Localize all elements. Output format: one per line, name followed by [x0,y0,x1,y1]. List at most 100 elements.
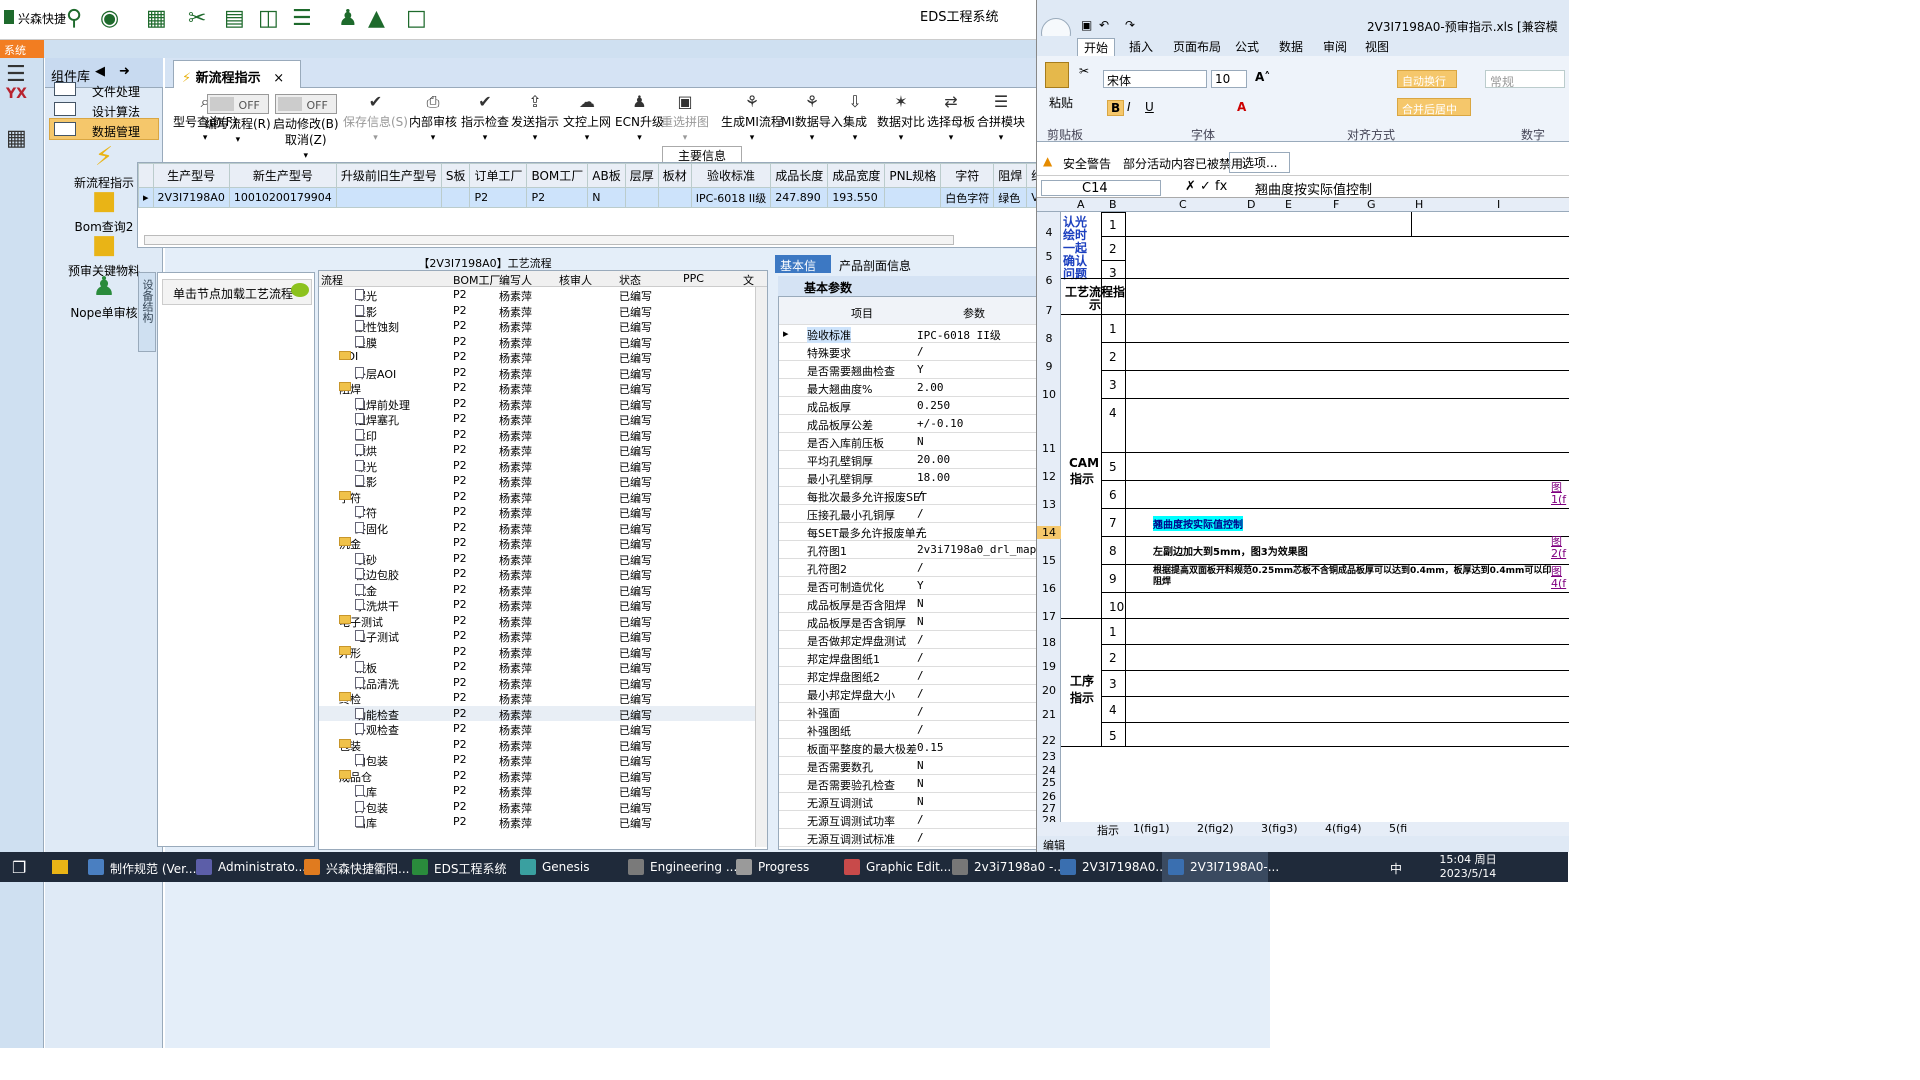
taskbar-item[interactable]: Genesis [514,852,620,882]
tree-folder-row[interactable]: 阻焊P2杨素萍已编写 [319,380,767,396]
param-row[interactable]: 补强面 / [779,703,1039,721]
dropdown-icon[interactable]: ▾ [563,130,611,146]
param-value[interactable]: N [917,435,924,448]
dropdown-icon[interactable]: ▾ [781,130,843,146]
tree-row[interactable]: 终固化 P2 杨素萍 已编写 [319,520,767,536]
side-tab[interactable]: 设备结构 [138,272,156,352]
tree-column-header[interactable]: 编写人 [499,272,532,288]
cell-c15[interactable]: 左副边加大到5mm，图3为效果图 [1153,543,1308,558]
windows-start-icon[interactable]: ❐ [12,858,26,877]
table-cell[interactable]: N [587,187,626,208]
save-icon[interactable]: ▣ [1081,18,1092,32]
tab-basic-info[interactable]: 基本信息 [775,255,831,290]
tree-row[interactable]: 酸性蚀刻 P2 杨素萍 已编写 [319,318,767,334]
row-number[interactable]: 11 [1037,442,1061,455]
taskbar-item[interactable]: Administrato... [190,852,306,882]
taskbar-item[interactable]: 兴森快捷衢阳... [298,852,409,882]
taskbar-item[interactable]: Engineering ... [622,852,737,882]
tree-column-header[interactable]: BOM工厂 [453,272,501,288]
chart-icon[interactable]: ▲ [368,6,385,31]
excel-tab-formula[interactable]: 公式 [1235,38,1259,55]
toggle-switch[interactable]: OFF [274,94,337,114]
cut-icon[interactable]: ✂ [1079,64,1089,78]
excel-tab-insert[interactable]: 插入 [1129,38,1153,55]
row-number[interactable]: 17 [1037,610,1061,623]
tree-row[interactable]: 功能检查 P2 杨素萍 已编写 [319,705,767,722]
row-number[interactable]: 12 [1037,470,1061,483]
table-cell[interactable] [335,187,442,208]
merge-center-button[interactable]: 合并后居中 [1397,98,1471,116]
taskbar-item[interactable]: 2V3I7198A0... [1054,852,1167,882]
column-letter[interactable]: H [1415,198,1423,211]
param-row[interactable]: ▸ 验收标准 IPC-6018 II级 [779,325,1039,343]
excel-tab-home[interactable]: 开始 [1077,38,1116,56]
excel-tab-view[interactable]: 视图 [1365,38,1389,55]
param-value[interactable]: Y [917,579,924,592]
toggle-switch[interactable]: OFF [206,94,269,114]
clock[interactable]: 15:04 周日 2023/5/14 [1432,852,1504,882]
param-value[interactable]: 0.15 [917,741,944,754]
param-value[interactable]: / [917,813,924,826]
param-row[interactable]: 成品板厚公差 +/-0.10 [779,415,1039,433]
ime-indicator[interactable]: 中 [1390,860,1402,877]
font-select[interactable]: 宋体 [1103,70,1207,88]
table-cell[interactable] [440,187,471,208]
ribbon-button-14[interactable]: ⇄ 选择母板 ▾ [927,94,975,146]
excel-tab-data[interactable]: 数据 [1279,38,1303,55]
formula-input[interactable]: 翘曲度按实际值控制 [1255,179,1372,198]
tree-folder-row[interactable]: 包装P2杨素萍已编写 [319,737,767,753]
param-row[interactable]: 成品板厚是否含铜厚 N [779,613,1039,631]
param-row[interactable]: 孔符图1 2v3i7198a0_drl_map.pdf [779,541,1039,559]
table-cell[interactable]: 193.550 [827,187,886,208]
sheet-tab[interactable]: 4(fig4) [1325,822,1362,835]
param-value[interactable]: / [917,345,924,358]
table-cell[interactable]: 白色字符 [940,187,995,208]
param-value[interactable]: IPC-6018 II级 [917,327,1001,343]
dropdown-icon[interactable]: ▾ [661,130,709,146]
italic-button[interactable]: I [1127,100,1131,114]
excel-tab-review[interactable]: 审阅 [1323,38,1347,55]
sheet-tab[interactable]: 2(fig2) [1197,822,1234,835]
ribbon-button-7[interactable]: ☁ 文控上网 ▾ [563,94,611,146]
ribbon-button-5[interactable]: ✔ 指示检查 ▾ [461,94,509,146]
tree-row[interactable]: 阻焊塞孔 P2 杨素萍 已编写 [319,411,767,427]
column-header[interactable]: 板材 [657,163,692,188]
column-header[interactable]: 生产型号 [152,163,230,188]
paste-icon[interactable] [1045,62,1069,88]
tree-folder-row[interactable]: 电子测试 P2 杨素萍 已编写 [319,613,767,629]
calculator-icon[interactable]: ▦ [6,126,36,156]
row-number[interactable]: 8 [1037,332,1061,345]
bold-button[interactable]: B [1107,100,1125,116]
window-icon[interactable]: □ [406,6,427,31]
row-number[interactable]: 9 [1037,360,1061,373]
table-cell[interactable]: 10010200179904 [228,187,337,208]
tab-new-flow[interactable]: ⚡ 新流程指示 × [173,60,301,88]
scissors-icon[interactable]: ✂ [188,6,206,31]
documents-icon[interactable]: ◫ [258,6,279,31]
param-value[interactable]: / [917,507,924,520]
param-row[interactable]: 邦定焊盘图纸1 / [779,649,1039,667]
component-item-file[interactable]: 文件处理 [49,78,159,100]
row-number[interactable]: 21 [1037,708,1061,721]
table-cell[interactable]: 绿色 [993,187,1028,208]
column-header[interactable]: 新生产型号 [228,163,337,188]
tree-row[interactable]: 阻焊前处理 P2 杨素萍 已编写 [319,396,767,412]
ribbon-button-4[interactable]: ⎙ 内部审核 ▾ [409,94,457,146]
param-value[interactable]: / [917,651,924,664]
tree-column-header[interactable]: 状态 [619,272,641,288]
link-fig2[interactable]: 图2(f [1551,536,1569,560]
tree-row[interactable]: 入库 P2 杨素萍 已编写 [319,783,767,799]
tree-row[interactable]: 板边包胶 P2 杨素萍 已编写 [319,566,767,582]
tree-row[interactable]: 外观检查 P2 杨素萍 已编写 [319,721,767,737]
film-icon[interactable]: ▤ [224,6,245,31]
column-letter[interactable]: A [1077,198,1085,211]
tree-row[interactable]: 喷砂 P2 杨素萍 已编写 [319,551,767,567]
param-value[interactable]: N [917,615,924,628]
param-value[interactable]: N [917,759,924,772]
ribbon-button-13[interactable]: ✶ 数据对比 ▾ [877,94,925,146]
table-cell[interactable]: IPC-6018 II级 [690,187,772,208]
column-header[interactable]: AB板 [587,163,626,188]
tree-row[interactable]: 字符 P2 杨素萍 已编写 [319,504,767,520]
column-header[interactable]: 字符 [940,163,995,188]
tree-folder-row[interactable]: 成品仓 P2 杨素萍 已编写 [319,768,767,784]
